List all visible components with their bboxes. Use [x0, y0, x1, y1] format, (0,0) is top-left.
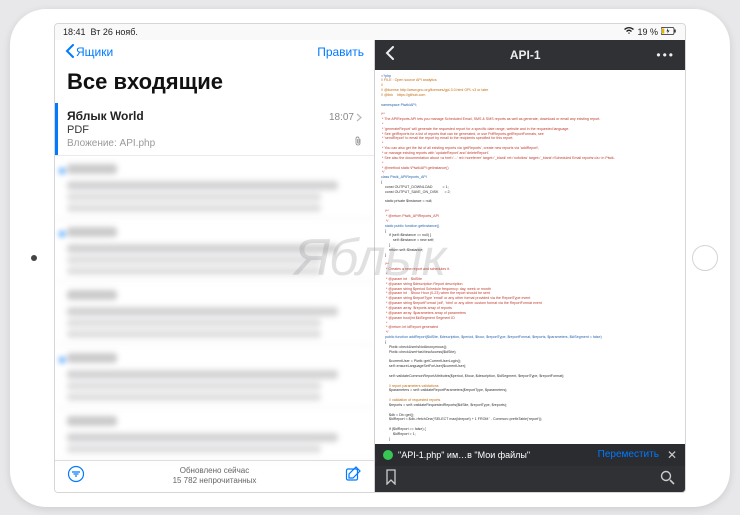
split-view: Ящики Править Все входящие Яблык World 1…: [55, 40, 685, 492]
msg-time: 18:07: [329, 112, 362, 123]
msg-preview: Вложение: API.php: [67, 138, 155, 149]
import-banner: "API-1.php" им…в "Мои файлы" Переместить…: [375, 444, 685, 466]
message-row[interactable]: xxxx: [55, 345, 374, 408]
doc-bottom-toolbar: [375, 466, 685, 492]
filter-button[interactable]: [67, 465, 85, 488]
doc-title: API-1: [510, 48, 541, 62]
front-camera: [31, 255, 37, 261]
search-button[interactable]: [660, 470, 675, 488]
toolbar-status: Обновлено сейчас 15 782 непрочитанных: [173, 466, 257, 485]
status-date: Вт 26 нояб.: [91, 27, 138, 37]
code-view[interactable]: <?php // FILE : Open source API analytic…: [375, 70, 685, 444]
home-button[interactable]: [692, 245, 718, 271]
battery-pct: 19 %: [637, 27, 658, 37]
bookmark-button[interactable]: [385, 469, 397, 488]
edit-button[interactable]: Править: [317, 45, 364, 59]
status-bar: 18:41 Вт 26 нояб. 19 %: [55, 24, 685, 40]
doc-back-button[interactable]: [385, 46, 394, 63]
compose-button[interactable]: [344, 465, 362, 488]
back-button[interactable]: Ящики: [65, 44, 113, 61]
status-time: 18:41: [63, 27, 86, 37]
wifi-icon: [624, 27, 634, 37]
message-row[interactable]: xxx: [55, 408, 374, 460]
msg-subject: PDF: [67, 124, 362, 136]
mailbox-title: Все входящие: [55, 65, 374, 103]
mail-pane: Ящики Править Все входящие Яблык World 1…: [55, 40, 375, 492]
screen: 18:41 Вт 26 нояб. 19 %: [54, 23, 686, 493]
document-pane: API-1 ••• <?php // FILE : Open source AP…: [375, 40, 685, 492]
battery-icon: [661, 27, 677, 37]
chevron-left-icon: [65, 44, 74, 61]
mail-toolbar: Обновлено сейчас 15 782 непрочитанных: [55, 460, 374, 492]
banner-text: "API-1.php" им…в "Мои файлы": [398, 450, 530, 460]
attachment-icon: [354, 136, 362, 149]
back-label: Ящики: [76, 45, 113, 59]
ipad-device-frame: 18:41 Вт 26 нояб. 19 %: [10, 9, 730, 507]
mail-nav-bar: Ящики Править: [55, 40, 374, 65]
message-row-selected[interactable]: Яблык World 18:07 PDF Вложение: API.php: [55, 103, 374, 156]
message-row[interactable]: xxxx: [55, 219, 374, 282]
success-dot-icon: [383, 450, 393, 460]
close-banner-button[interactable]: ✕: [667, 448, 677, 462]
msg-sender: Яблык World: [67, 109, 144, 123]
doc-header: API-1 •••: [375, 40, 685, 70]
message-row[interactable]: xxxx: [55, 282, 374, 345]
message-row[interactable]: xxxx: [55, 156, 374, 219]
more-button[interactable]: •••: [656, 48, 675, 62]
move-button[interactable]: Переместить: [598, 449, 659, 460]
